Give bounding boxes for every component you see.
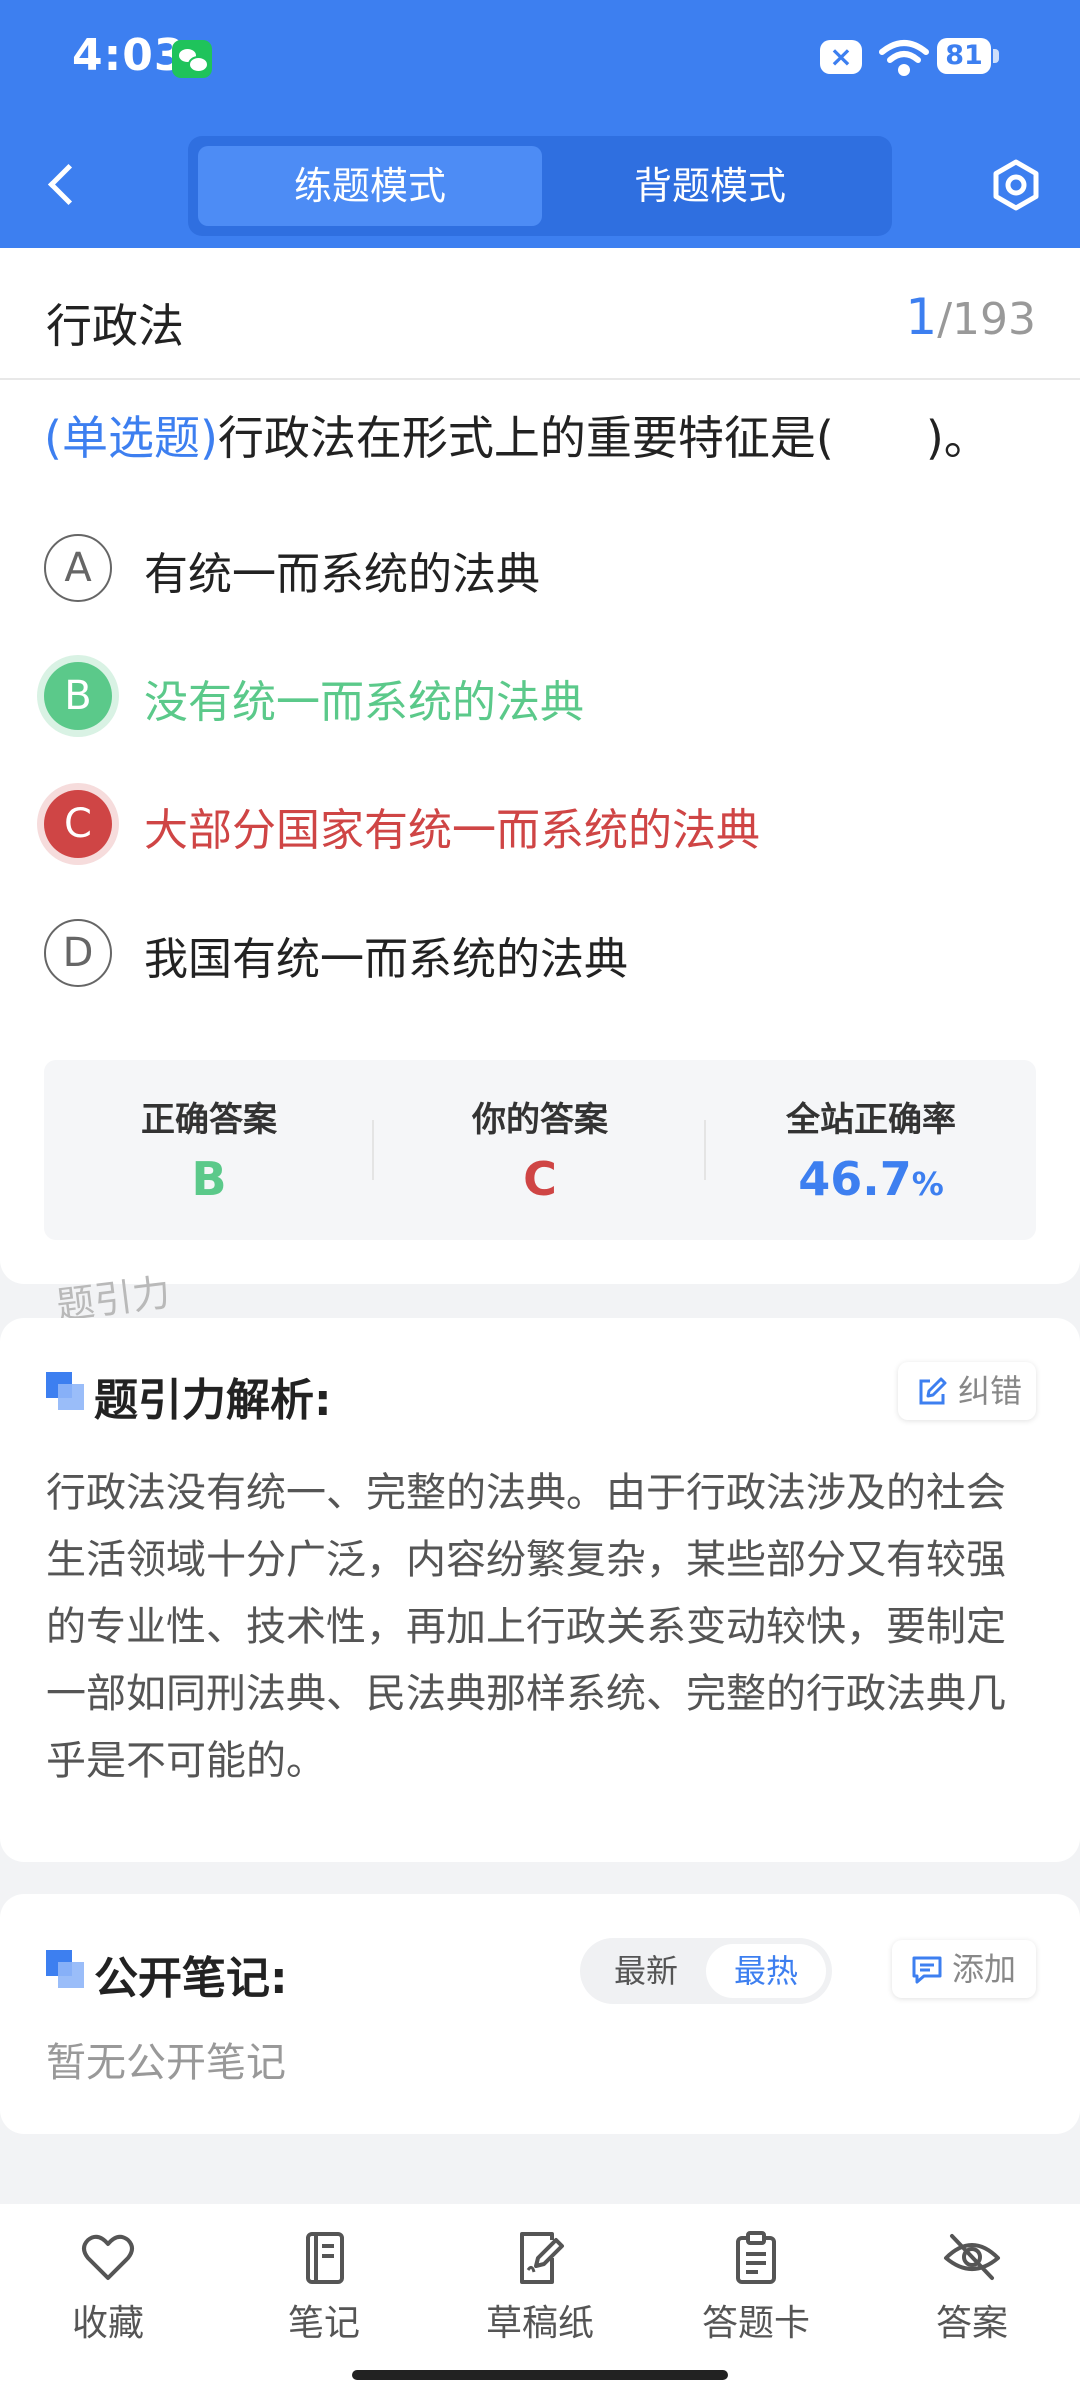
no-sim-icon: × [820,40,862,74]
option-text: 大部分国家有统一而系统的法典 [144,805,760,856]
section-icon [46,1372,86,1412]
add-note-label: 添加 [952,1950,1017,1988]
answer-card-button[interactable]: 答题卡 [676,2224,836,2344]
favorite-label: 收藏 [71,2303,144,2344]
back-button[interactable] [38,150,88,220]
scratch-paper-button[interactable]: 草稿纸 [460,2224,620,2344]
option-text: 我国有统一而系统的法典 [144,934,628,985]
subject-title: 行政法 [46,299,184,353]
accuracy-rate-block: 全站正确率 46.7% [706,1060,1036,1240]
question-type-label: (单选题) [44,411,218,465]
heart-icon [82,2234,134,2280]
scratch-paper-label: 草稿纸 [485,2303,594,2344]
mode-switch: 练题模式 背题模式 [188,136,892,236]
option-letter: D [44,919,112,987]
option-c-wrong[interactable]: C 大部分国家有统一而系统的法典 [44,780,1034,872]
battery-indicator: 81 [937,38,999,74]
toggle-answer-button[interactable]: 答案 [892,2224,1052,2344]
divider [372,1120,374,1180]
option-b-correct[interactable]: B 没有统一而系统的法典 [44,652,1034,744]
option-text: 有统一而系统的法典 [144,549,540,600]
public-notes-title: 公开笔记: [94,1953,288,2004]
correct-answer-label: 正确答案 [141,1100,277,1140]
analysis-title: 题引力解析: [94,1375,332,1426]
add-note-button[interactable]: 添加 [892,1940,1036,1998]
draft-icon [520,2232,564,2284]
eye-off-icon [944,2234,1000,2280]
home-indicator[interactable] [352,2370,728,2380]
answer-summary-panel: 正确答案 B 你的答案 C 全站正确率 46.7% [44,1060,1036,1240]
notebook-icon [306,2232,344,2284]
favorite-button[interactable]: 收藏 [28,2224,188,2344]
question-text: 行政法在形式上的重要特征是( )。 [217,411,990,465]
tab-practice-mode[interactable]: 练题模式 [198,146,542,226]
your-answer-value: C [523,1152,557,1206]
top-app-bar: 4:03 × 81 练题模式 背题模式 [0,0,1080,248]
accuracy-rate-unit: % [911,1165,944,1203]
wechat-notification-icon [172,40,212,78]
comment-icon [912,1956,942,1984]
public-notes-card [0,1894,1080,2134]
toggle-answer-label: 答案 [935,2303,1008,2344]
total-question-count: /193 [937,294,1036,345]
current-question-number: 1 [905,288,938,346]
option-letter: C [44,790,112,858]
divider [0,378,1080,380]
tab-memorize-mode[interactable]: 背题模式 [538,146,882,226]
sort-newest-option[interactable]: 最新 [586,1944,706,1998]
sort-hottest-option[interactable]: 最热 [706,1944,826,1998]
notes-label: 笔记 [287,2303,360,2344]
option-letter: B [44,662,112,730]
option-letter: A [44,534,112,602]
edit-icon [919,1377,947,1405]
notes-button[interactable]: 笔记 [244,2224,404,2344]
status-time: 4:03 [72,30,186,81]
report-error-button[interactable]: 纠错 [898,1362,1036,1420]
option-a[interactable]: A 有统一而系统的法典 [44,524,1034,616]
correct-answer-value: B [191,1152,227,1206]
settings-icon [993,159,1039,211]
question-progress: 1/193 [905,288,1036,346]
your-answer-label: 你的答案 [472,1100,608,1140]
empty-notes-text: 暂无公开笔记 [46,2040,286,2086]
accuracy-rate-value: 46.7% [706,1152,1036,1206]
clipboard-icon [736,2231,776,2284]
answer-card-label: 答题卡 [701,2303,810,2344]
analysis-text: 行政法没有统一、完整的法典。由于行政法涉及的社会生活领域十分广泛，内容纷繁复杂，… [46,1470,1006,1784]
notes-sort-toggle: 最新 最热 [580,1938,832,2004]
your-answer-block: 你的答案 C [375,1060,705,1240]
option-d[interactable]: D 我国有统一而系统的法典 [44,909,1034,1001]
option-text: 没有统一而系统的法典 [144,677,584,728]
accuracy-rate-number: 46.7 [798,1152,912,1206]
settings-button[interactable] [986,150,1046,220]
accuracy-rate-label: 全站正确率 [786,1100,956,1140]
report-error-label: 纠错 [958,1372,1023,1410]
question-stem: (单选题)行政法在形式上的重要特征是( )。 [44,406,1044,470]
correct-answer-block: 正确答案 B [44,1060,374,1240]
wifi-icon [879,40,929,76]
section-icon [46,1950,86,1990]
status-bar: 4:03 × 81 [0,0,1080,118]
